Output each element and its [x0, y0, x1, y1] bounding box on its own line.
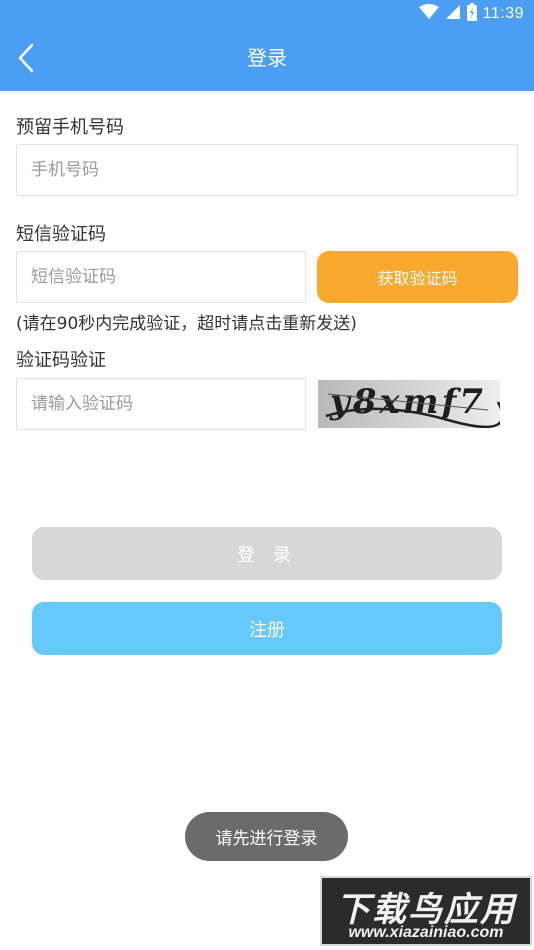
captcha-label: 验证码验证 — [16, 350, 106, 371]
status-icons: 11:39 — [418, 3, 524, 25]
sms-code-input[interactable] — [16, 251, 306, 303]
watermark-url: www.xiazainiao.com — [348, 924, 504, 941]
title-bar: 登录 — [0, 26, 534, 91]
wifi-icon — [418, 4, 439, 24]
status-time: 11:39 — [482, 5, 524, 22]
sms-timeout-hint: (请在90秒内完成验证，超时请点击重新发送) — [16, 314, 357, 334]
captcha-noise-lines — [325, 393, 500, 428]
toast-message: 请先进行登录 — [185, 812, 348, 861]
phone-input[interactable] — [16, 144, 518, 196]
battery-icon — [466, 3, 477, 25]
captcha-image[interactable]: y8xmf7 — [318, 380, 500, 428]
sms-code-label: 短信验证码 — [16, 224, 106, 245]
cellular-signal-icon — [445, 4, 461, 24]
status-bar: 11:39 — [0, 0, 534, 26]
page-title: 登录 — [247, 46, 287, 70]
login-button[interactable]: 登 录 — [32, 527, 502, 580]
get-sms-code-button[interactable]: 获取验证码 — [317, 251, 518, 303]
phone-label: 预留手机号码 — [16, 117, 124, 138]
site-watermark-logo: 下载鸟应用 www.xiazainiao.com — [320, 876, 532, 946]
register-button[interactable]: 注册 — [32, 602, 502, 655]
captcha-input[interactable] — [16, 378, 306, 430]
